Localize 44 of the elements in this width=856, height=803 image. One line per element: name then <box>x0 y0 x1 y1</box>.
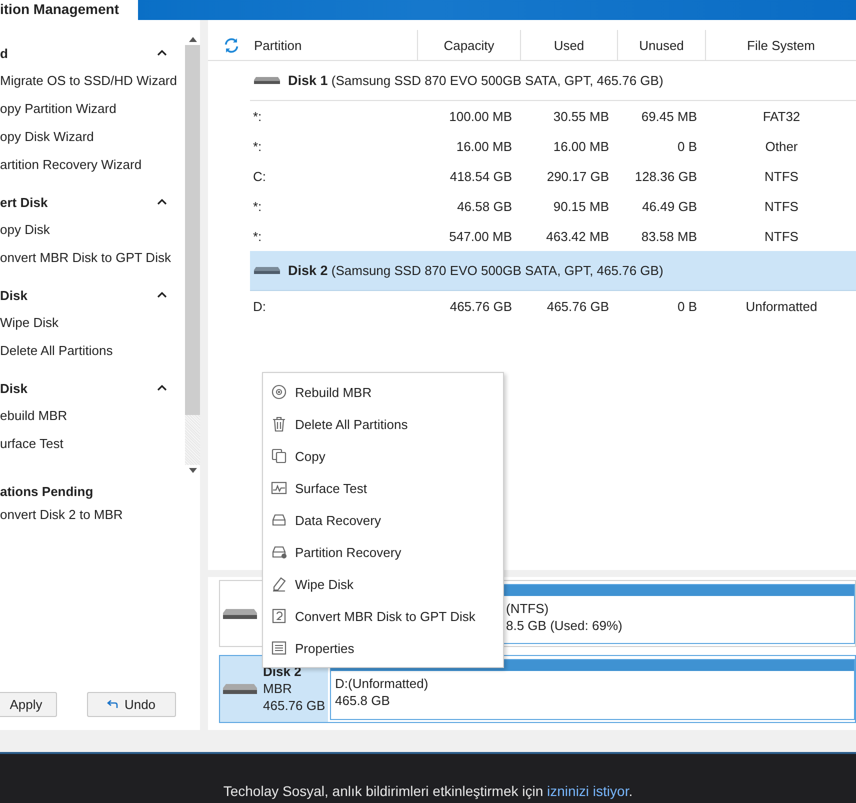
table-cell-text: C: <box>252 168 267 186</box>
table-cell-text: 463.42 MB <box>545 228 610 246</box>
table-cell-text: 418.54 GB <box>448 168 513 186</box>
disk-size: 465.76 GB <box>263 697 326 714</box>
table-cell-text: 46.49 GB <box>641 198 698 216</box>
partition-label: (NTFS) <box>506 600 550 617</box>
partition-label: D:(Unformatted) <box>335 675 430 692</box>
section-title: ert Disk <box>0 194 48 210</box>
section-title: ations Pending <box>0 483 94 501</box>
partition-size: 465.8 GB <box>335 692 391 709</box>
table-cell-text: 547.00 MB <box>448 228 513 246</box>
table-cell-text: NTFS <box>764 198 800 216</box>
table-cell-text: *: <box>252 138 263 156</box>
table-cell-text: Other <box>764 138 799 156</box>
section-title: d <box>0 46 8 60</box>
table-cell-text: *: <box>252 228 263 246</box>
partition-size: 8.5 GB (Used: 69%) <box>506 617 624 634</box>
table-cell-text: 69.45 MB <box>640 108 698 126</box>
table-cell-text: 16.00 MB <box>552 138 610 156</box>
table-cell-text: Unformatted <box>744 298 818 316</box>
table-cell-text: *: <box>252 108 263 126</box>
table-cell-text: NTFS <box>764 228 800 246</box>
table-cell-text: 16.00 MB <box>455 138 513 156</box>
table-cell-text: 465.76 GB <box>448 298 513 316</box>
table-cell-text: 465.76 GB <box>546 298 610 316</box>
table-cell-text: NTFS <box>764 168 800 186</box>
table-cell-text: 90.15 MB <box>552 198 610 216</box>
table-cell-text: 0 B <box>676 298 698 316</box>
table-cell-text: 100.00 MB <box>448 108 513 126</box>
disk-type: MBR <box>263 680 293 697</box>
table-cell-text: FAT32 <box>762 108 802 126</box>
section-title: Disk <box>0 288 28 302</box>
table-cell-text: 128.36 GB <box>634 168 698 186</box>
table-cell-text: 30.55 MB <box>552 108 610 126</box>
notification-text: Techolay Sosyal, anlık bildirimleri etkinleştirmek için izninizi istiyor. <box>223 782 633 801</box>
section-title: Disk <box>0 380 28 396</box>
table-cell-text: 46.58 GB <box>456 198 513 216</box>
disk-title: Disk 1 (Samsung SSD 870 EVO 500GB SATA, GPT, 465.76 GB) <box>288 73 664 88</box>
table-cell-text: 83.58 MB <box>640 228 698 246</box>
table-cell-text: D: <box>252 298 267 316</box>
table-cell-text: *: <box>252 198 263 216</box>
table-cell-text: 290.17 GB <box>546 168 610 186</box>
disk-title: Disk 2 (Samsung SSD 870 EVO 500GB SATA, GPT, 465.76 GB) <box>288 263 664 278</box>
table-cell-text: 0 B <box>676 138 698 156</box>
